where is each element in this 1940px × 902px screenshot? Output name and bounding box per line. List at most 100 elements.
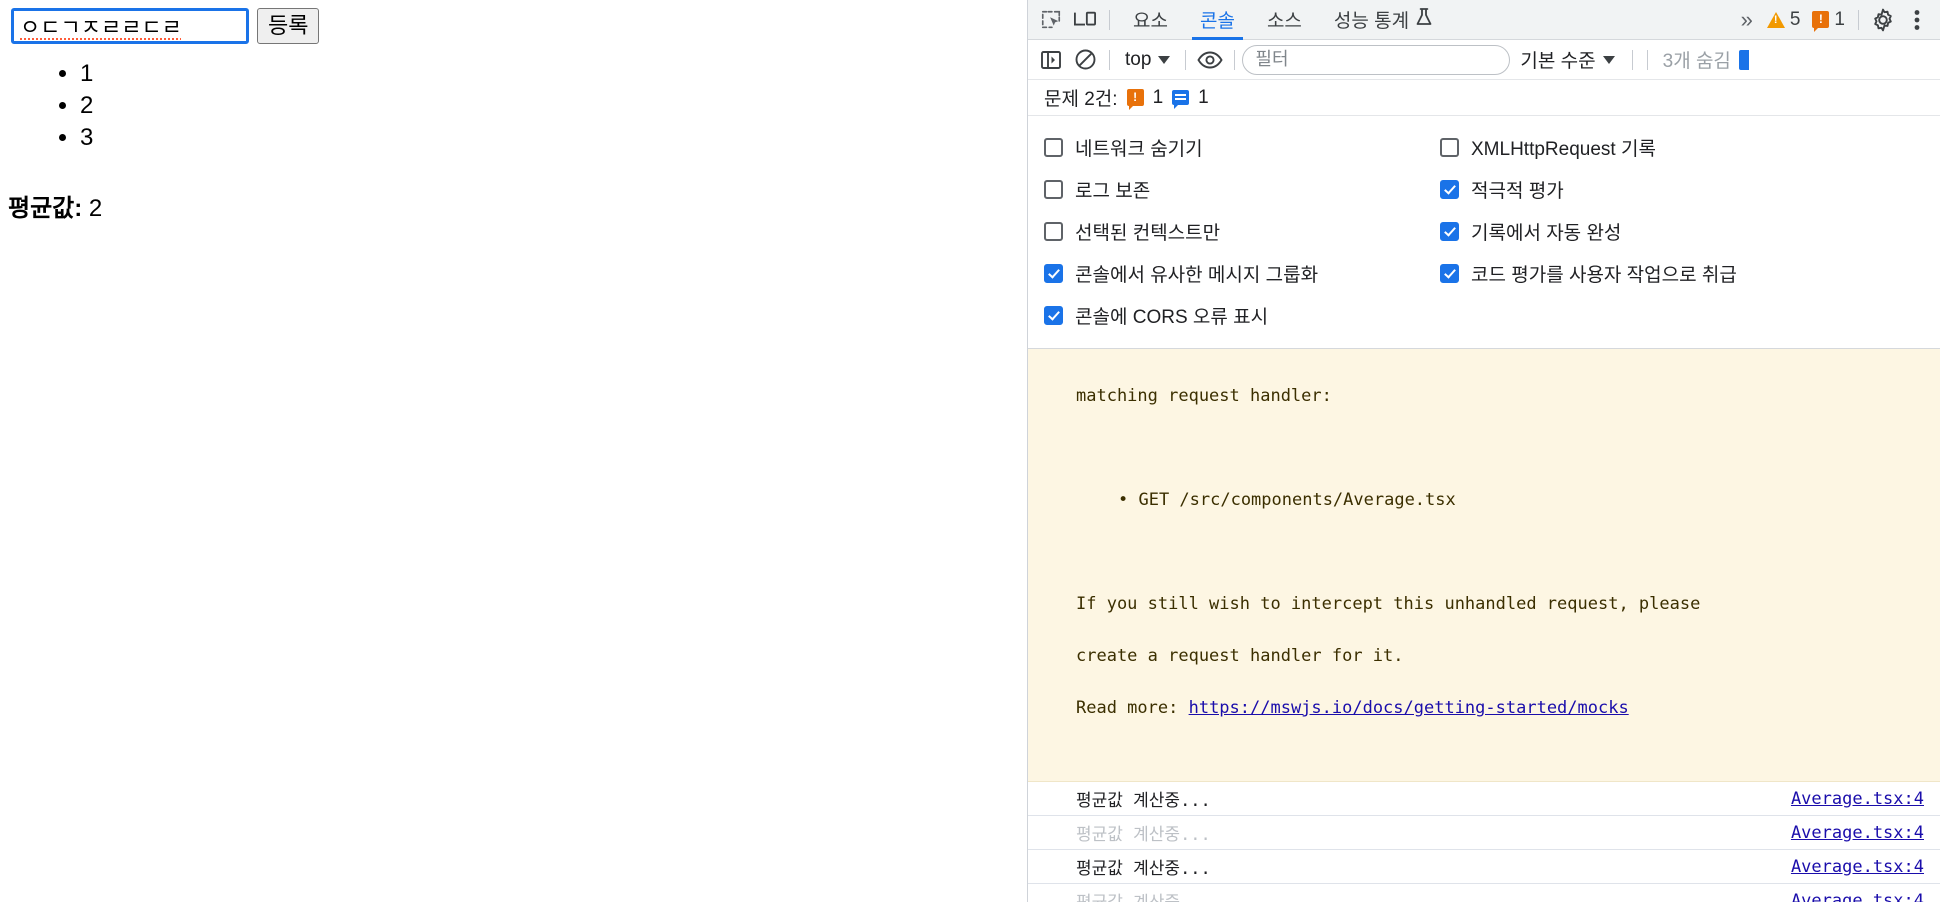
error-square-icon bbox=[1812, 11, 1829, 28]
name-form: 등록 bbox=[11, 8, 319, 44]
tab-console-label: 콘솔 bbox=[1200, 6, 1235, 33]
setting-evaluate-as-user-action-label: 코드 평가를 사용자 작업으로 취급 bbox=[1471, 260, 1737, 287]
setting-autocomplete-history-label: 기록에서 자동 완성 bbox=[1471, 218, 1621, 245]
number-list: 1 2 3 bbox=[0, 58, 93, 154]
list-item: 3 bbox=[80, 122, 93, 154]
execution-context-select[interactable]: top bbox=[1117, 49, 1178, 71]
average-line: 평균값: 2 bbox=[8, 188, 102, 223]
checkbox-eager-evaluation[interactable] bbox=[1440, 180, 1459, 199]
msw-spacer-1 bbox=[1076, 435, 1940, 461]
tab-elements-label: 요소 bbox=[1133, 6, 1168, 33]
list-item: 2 bbox=[80, 90, 93, 122]
toolbar-divider bbox=[1109, 10, 1110, 30]
issues-info-icon bbox=[1172, 90, 1189, 105]
msw-warning-message: matching request handler: • GET /src/com… bbox=[1028, 349, 1940, 782]
msw-docs-link[interactable]: https://mswjs.io/docs/getting-started/mo… bbox=[1189, 698, 1629, 718]
checkbox-show-cors-errors[interactable] bbox=[1044, 306, 1063, 325]
device-toolbar-icon[interactable] bbox=[1068, 3, 1102, 37]
console-filter-input[interactable] bbox=[1242, 45, 1510, 75]
setting-eager-evaluation[interactable]: 적극적 평가 bbox=[1424, 168, 1940, 210]
issues-info-count: 1 bbox=[1198, 87, 1209, 109]
setting-evaluate-as-user-action[interactable]: 코드 평가를 사용자 작업으로 취급 bbox=[1424, 252, 1940, 294]
log-source-link[interactable]: Average.tsx:4 bbox=[1791, 891, 1924, 902]
setting-show-cors-errors-label: 콘솔에 CORS 오류 표시 bbox=[1075, 302, 1268, 329]
more-tabs-icon[interactable]: » bbox=[1731, 7, 1761, 33]
msw-bullet-line: • GET /src/components/Average.tsx bbox=[1076, 487, 1940, 513]
log-message: 평균값 계산중... bbox=[1076, 820, 1211, 845]
checkbox-log-xhr[interactable] bbox=[1440, 138, 1459, 157]
tab-performance-insights[interactable]: 성능 통계 bbox=[1318, 0, 1449, 40]
checkbox-evaluate-as-user-action[interactable] bbox=[1440, 264, 1459, 283]
msw-line-4: Read more: https://mswjs.io/docs/getting… bbox=[1076, 695, 1940, 721]
error-count-badge[interactable]: 1 bbox=[1806, 9, 1851, 31]
issues-error-count: 1 bbox=[1153, 87, 1164, 109]
log-message: 평균값 계산중... bbox=[1076, 786, 1211, 811]
checkbox-hide-network[interactable] bbox=[1044, 138, 1063, 157]
setting-hide-network[interactable]: 네트워크 숨기기 bbox=[1028, 126, 1424, 168]
tab-elements[interactable]: 요소 bbox=[1117, 0, 1184, 40]
setting-selected-context-only[interactable]: 선택된 컨텍스트만 bbox=[1028, 210, 1424, 252]
hidden-messages-label[interactable]: 3개 숨김 bbox=[1655, 46, 1739, 73]
list-item: 1 bbox=[80, 58, 93, 90]
console-toolbar-divider-5 bbox=[1647, 50, 1648, 70]
log-source-link[interactable]: Average.tsx:4 bbox=[1791, 823, 1924, 843]
execution-context-label: top bbox=[1125, 49, 1151, 71]
average-separator: : bbox=[74, 195, 89, 222]
console-sidebar-toggle-icon[interactable] bbox=[1034, 43, 1068, 77]
log-level-label: 기본 수준 bbox=[1520, 46, 1595, 73]
msw-line-1: matching request handler: bbox=[1076, 383, 1940, 409]
checkbox-autocomplete-history[interactable] bbox=[1440, 222, 1459, 241]
issues-label: 문제 2건: bbox=[1044, 84, 1118, 111]
log-source-link[interactable]: Average.tsx:4 bbox=[1791, 857, 1924, 877]
setting-show-cors-errors[interactable]: 콘솔에 CORS 오류 표시 bbox=[1028, 294, 1424, 336]
checkbox-preserve-log[interactable] bbox=[1044, 180, 1063, 199]
warning-count-badge[interactable]: 5 bbox=[1761, 9, 1807, 31]
msw-spacer-2 bbox=[1076, 539, 1940, 565]
clear-console-icon[interactable] bbox=[1068, 43, 1102, 77]
toolbar-divider-2 bbox=[1858, 10, 1859, 30]
live-expression-eye-icon[interactable] bbox=[1193, 43, 1227, 77]
checkbox-group-similar[interactable] bbox=[1044, 264, 1063, 283]
tab-sources-label: 소스 bbox=[1267, 6, 1302, 33]
name-input[interactable] bbox=[11, 8, 249, 44]
setting-group-similar-label: 콘솔에서 유사한 메시지 그룹화 bbox=[1075, 260, 1318, 287]
tab-performance-insights-label: 성능 통계 bbox=[1334, 6, 1409, 33]
console-toolbar-divider-3 bbox=[1234, 50, 1235, 70]
average-label: 평균값 bbox=[8, 195, 74, 222]
chevron-down-icon-level bbox=[1603, 56, 1615, 64]
table-row[interactable]: 평균값 계산중... Average.tsx:4 bbox=[1028, 816, 1940, 850]
submit-button[interactable]: 등록 bbox=[257, 8, 319, 44]
log-source-link[interactable]: Average.tsx:4 bbox=[1791, 789, 1924, 809]
setting-eager-evaluation-label: 적극적 평가 bbox=[1471, 176, 1564, 203]
setting-log-xhr-label: XMLHttpRequest 기록 bbox=[1471, 134, 1656, 161]
tab-console[interactable]: 콘솔 bbox=[1184, 0, 1251, 40]
console-toolbar: top 기본 수준 3개 숨김 bbox=[1028, 40, 1940, 80]
setting-selected-context-only-label: 선택된 컨텍스트만 bbox=[1075, 218, 1220, 245]
inspect-element-icon[interactable] bbox=[1034, 3, 1068, 37]
settings-active-indicator[interactable] bbox=[1739, 50, 1749, 70]
table-row[interactable]: 평균값 계산중... Average.tsx:4 bbox=[1028, 782, 1940, 816]
msw-line-3: create a request handler for it. bbox=[1076, 643, 1940, 669]
table-row[interactable]: 평균값 계산중... Average.tsx:4 bbox=[1028, 884, 1940, 902]
log-level-select[interactable]: 기본 수준 bbox=[1510, 46, 1624, 73]
more-options-icon[interactable] bbox=[1900, 3, 1934, 37]
checkbox-selected-context-only[interactable] bbox=[1044, 222, 1063, 241]
console-settings-grid: 네트워크 숨기기 XMLHttpRequest 기록 로그 보존 적극적 평가 … bbox=[1028, 126, 1940, 336]
setting-log-xhr[interactable]: XMLHttpRequest 기록 bbox=[1424, 126, 1940, 168]
setting-autocomplete-history[interactable]: 기록에서 자동 완성 bbox=[1424, 210, 1940, 252]
console-output: matching request handler: • GET /src/com… bbox=[1028, 349, 1940, 902]
msw-line-2: If you still wish to intercept this unha… bbox=[1076, 591, 1940, 617]
console-settings-panel: 네트워크 숨기기 XMLHttpRequest 기록 로그 보존 적극적 평가 … bbox=[1028, 116, 1940, 349]
devtools-tabbar: 요소 콘솔 소스 성능 통계 » 5 bbox=[1028, 0, 1940, 40]
average-value: 2 bbox=[89, 195, 102, 222]
chevron-down-icon bbox=[1158, 56, 1170, 64]
error-count-value: 1 bbox=[1834, 9, 1845, 31]
table-row[interactable]: 평균값 계산중... Average.tsx:4 bbox=[1028, 850, 1940, 884]
issues-summary-row[interactable]: 문제 2건: 1 1 bbox=[1028, 80, 1940, 116]
setting-preserve-log[interactable]: 로그 보존 bbox=[1028, 168, 1424, 210]
setting-group-similar[interactable]: 콘솔에서 유사한 메시지 그룹화 bbox=[1028, 252, 1424, 294]
tab-sources[interactable]: 소스 bbox=[1251, 0, 1318, 40]
screenshot-root: 등록 1 2 3 평균값: 2 bbox=[0, 0, 1940, 902]
setting-preserve-log-label: 로그 보존 bbox=[1075, 176, 1150, 203]
gear-icon[interactable] bbox=[1866, 3, 1900, 37]
